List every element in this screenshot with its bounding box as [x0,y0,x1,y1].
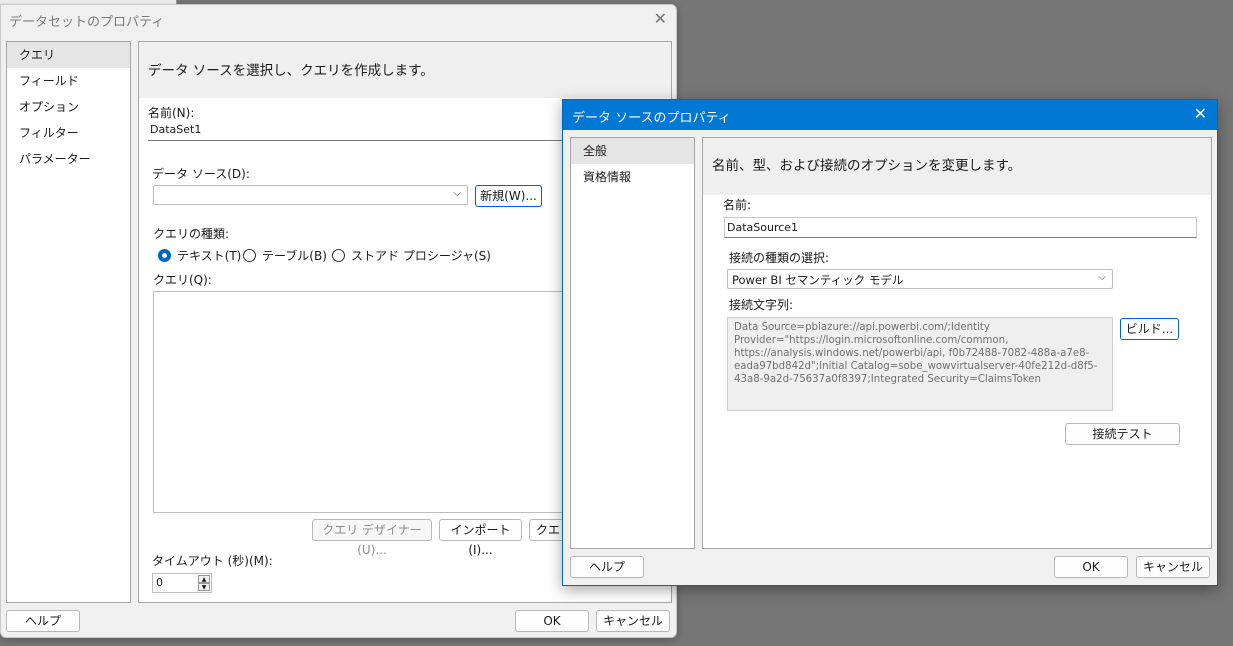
nav-item-fields[interactable]: フィールド [7,68,130,94]
chevron-down-icon: ⌵ [453,188,461,199]
radio-sp-label: ストアド プロシージャ(S) [351,249,491,263]
nav-item-general[interactable]: 全般 [571,138,694,164]
ok-button[interactable]: OK [1054,556,1128,578]
datasource-properties-dialog: データ ソースのプロパティ ✕ 全般 資格情報 名前、型、および接続のオプション… [562,99,1218,586]
header-text: データ ソースを選択し、クエリを作成します。 [148,63,434,79]
conn-string-line: eada97bd842d";Initial Catalog=sobe_wowvi… [734,361,1098,372]
close-icon[interactable]: ✕ [1194,104,1207,123]
header-band: 名前、型、および接続のオプションを変更します。 [703,138,1211,195]
datasource-main-panel: 名前、型、および接続のオプションを変更します。 名前: DataSource1 … [702,137,1212,549]
timeout-stepper[interactable]: 0 ▲ ▼ [152,573,212,593]
datasource-select[interactable]: ⌵ [153,185,468,205]
header-text: 名前、型、および接続のオプションを変更します。 [712,158,1022,174]
close-icon[interactable]: ✕ [654,9,667,28]
query-textarea[interactable] [153,291,583,513]
new-datasource-button[interactable]: 新規(W)... [475,185,542,207]
name-label: 名前(N): [148,106,195,120]
radio-text[interactable]: テキスト(T) [158,247,241,264]
timeout-value: 0 [156,576,163,589]
radio-table-label: テーブル(B) [262,249,327,263]
query-designer-button[interactable]: クエリ デザイナー(U)... [312,519,432,557]
radio-text-label: テキスト(T) [177,249,242,263]
chevron-down-icon: ⌵ [1098,272,1106,283]
titlebar[interactable]: データ ソースのプロパティ ✕ [563,100,1217,130]
down-arrow-icon[interactable]: ▼ [198,583,210,591]
cancel-button[interactable]: キャンセル [596,610,670,632]
cancel-button[interactable]: キャンセル [1136,556,1210,578]
conn-type-value: Power BI セマンティック モデル [732,273,904,287]
conn-string-line: https://analysis.windows.net/powerbi/api… [734,348,1090,359]
timeout-label: タイムアウト (秒)(M): [152,554,273,568]
test-connection-button[interactable]: 接続テスト [1065,423,1180,445]
query-label: クエリ(Q): [153,273,212,287]
conn-string-line: Data Source=pbiazure://api.powerbi.com/;… [734,322,990,333]
help-button[interactable]: ヘルプ [6,610,80,632]
dataset-nav: クエリ フィールド オプション フィルター パラメーター [6,41,131,603]
datasource-name-input[interactable]: DataSource1 [724,217,1197,238]
conn-string-textarea[interactable]: Data Source=pbiazure://api.powerbi.com/;… [727,317,1113,411]
dialog-title: データ ソースのプロパティ [572,111,731,126]
radio-icon [332,249,345,262]
import-button[interactable]: インポート(I)... [439,519,522,557]
nav-item-credentials[interactable]: 資格情報 [571,164,694,190]
ok-button[interactable]: OK [515,610,589,632]
datasource-nav: 全般 資格情報 [570,137,695,549]
conn-type-label: 接続の種類の選択: [729,251,830,265]
nav-item-query[interactable]: クエリ [7,42,130,68]
radio-stored-procedure[interactable]: ストアド プロシージャ(S) [332,247,491,264]
up-arrow-icon[interactable]: ▲ [198,575,210,583]
nav-item-options[interactable]: オプション [7,94,130,120]
build-button[interactable]: ビルド... [1120,318,1179,340]
nav-item-filters[interactable]: フィルター [7,120,130,146]
radio-table[interactable]: テーブル(B) [243,247,327,264]
conn-type-select[interactable]: Power BI セマンティック モデル ⌵ [727,269,1113,289]
conn-string-line: 43a8-9a2d-75637a0f8397;Integrated Securi… [734,374,1041,385]
query-type-label: クエリの種類: [153,227,230,241]
radio-icon [243,249,256,262]
dataset-name-input[interactable]: DataSet1 [148,121,568,141]
datasource-label: データ ソース(D): [152,167,250,181]
name-label: 名前: [723,198,752,212]
conn-string-line: Provider="https://login.microsoftonline.… [734,335,1009,346]
conn-string-label: 接続文字列: [729,298,794,312]
help-button[interactable]: ヘルプ [570,556,644,578]
header-band: データ ソースを選択し、クエリを作成します。 [139,42,671,98]
dialog-title: データセットのプロパティ [9,15,165,30]
nav-item-parameters[interactable]: パラメーター [7,146,130,172]
radio-selected-icon [158,249,171,262]
